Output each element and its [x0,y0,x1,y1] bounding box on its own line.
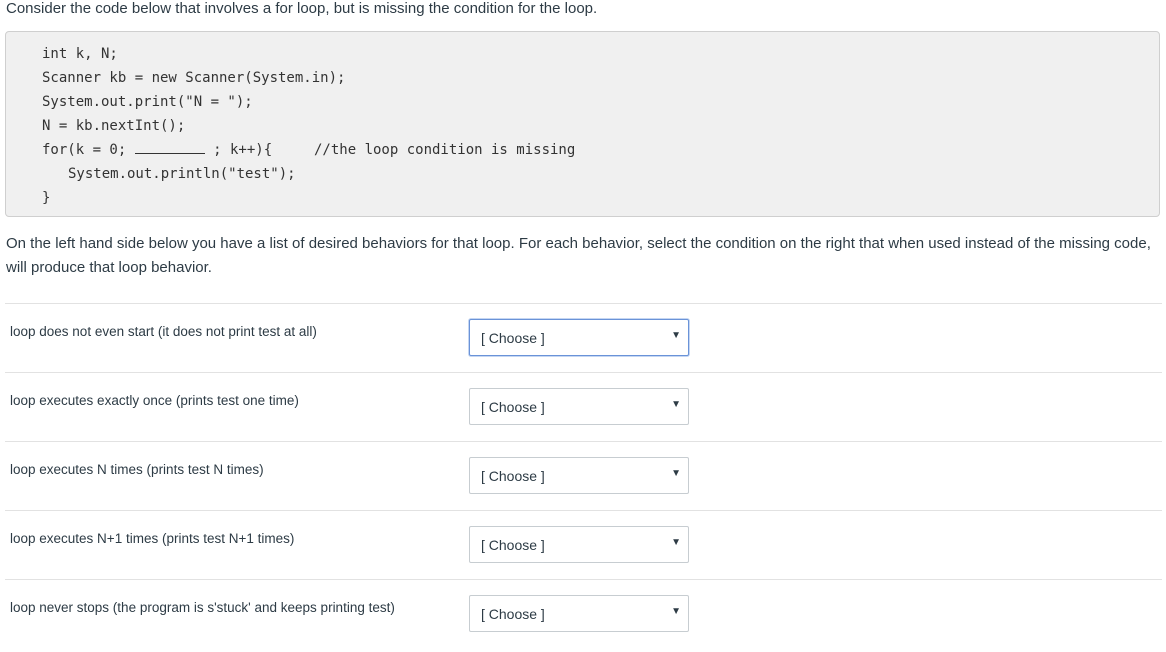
code-line-5: for(k = 0; ; k++){ [42,138,272,162]
condition-select[interactable]: [ Choose ] ▼ [469,595,689,632]
matching-row: loop executes N+1 times (prints test N+1… [5,510,1162,579]
code-for-start: for(k = 0; [42,142,135,158]
select-value: [ Choose ] [481,468,545,484]
instructions: On the left hand side below you have a l… [6,235,1151,276]
dropdown-caret-icon: ▼ [671,537,681,548]
code-comment: //the loop condition is missing [314,142,576,158]
behavior-label: loop executes N times (prints test N tim… [10,462,264,477]
behavior-label: loop does not even start (it does not pr… [10,324,317,339]
code-for-end: ; k++){ [204,142,273,158]
dropdown-caret-icon: ▼ [671,606,681,617]
question-intro: Consider the code below that involves a … [6,0,598,17]
condition-select[interactable]: [ Choose ] ▼ [469,388,689,425]
behavior-label: loop executes exactly once (prints test … [10,393,299,408]
missing-condition-blank [134,142,205,154]
code-block: int k, N; Scanner kb = new Scanner(Syste… [5,31,1160,217]
dropdown-caret-icon: ▼ [671,399,681,410]
code-line-7: } [42,190,51,206]
dropdown-caret-icon: ▼ [671,468,681,479]
behavior-label: loop executes N+1 times (prints test N+1… [10,531,295,546]
matching-row: loop executes N times (prints test N tim… [5,441,1162,510]
matching-row: loop executes exactly once (prints test … [5,372,1162,441]
code-line-1: int k, N; [42,46,118,62]
code-line-2: Scanner kb = new Scanner(System.in); [42,70,346,86]
dropdown-caret-icon: ▼ [671,330,681,341]
condition-select[interactable]: [ Choose ] ▼ [469,319,689,356]
code-line-3: System.out.print("N = "); [42,94,253,110]
code-line-4: N = kb.nextInt(); [42,118,186,134]
matching-rows: loop does not even start (it does not pr… [5,303,1162,648]
condition-select[interactable]: [ Choose ] ▼ [469,457,689,494]
condition-select[interactable]: [ Choose ] ▼ [469,526,689,563]
select-value: [ Choose ] [481,606,545,622]
matching-row: loop does not even start (it does not pr… [5,303,1162,372]
behavior-label: loop never stops (the program is s'stuck… [10,600,395,615]
select-value: [ Choose ] [481,399,545,415]
select-value: [ Choose ] [481,537,545,553]
code-line-6: System.out.println("test"); [68,166,296,182]
select-value: [ Choose ] [481,330,545,346]
matching-row: loop never stops (the program is s'stuck… [5,579,1162,648]
